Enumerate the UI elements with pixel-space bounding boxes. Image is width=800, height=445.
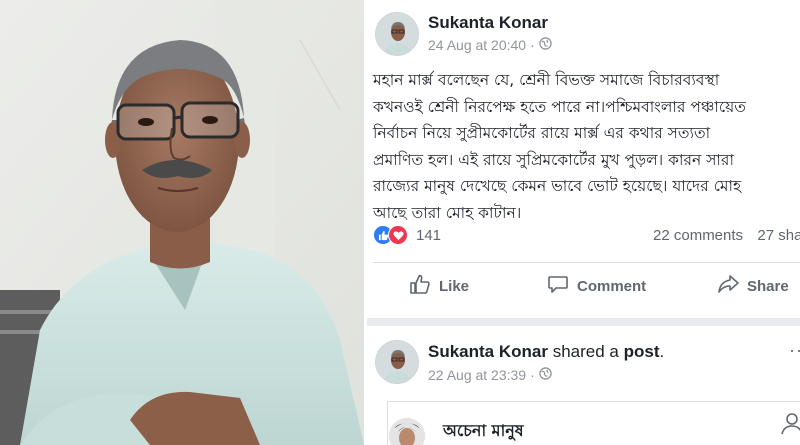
share-arrow-icon	[717, 273, 739, 299]
comment-label: Comment	[577, 277, 647, 295]
post-text-line: আছে তারা মোহ কাটান।	[373, 203, 522, 222]
more-dots-icon[interactable]: ···	[789, 340, 800, 361]
shares-count[interactable]: 27 shar	[757, 227, 800, 244]
meta-separator: ·	[530, 37, 535, 53]
love-reaction-icon	[388, 225, 408, 245]
engagement-counts: 22 comments 27 shar	[653, 227, 800, 244]
thumbs-up-icon	[409, 273, 431, 299]
post-meta: 24 Aug at 20:40 ·	[428, 37, 552, 53]
comment-button[interactable]: Comment	[547, 268, 646, 304]
author-avatar[interactable]	[375, 12, 419, 56]
profile-photo	[0, 0, 364, 445]
post-text-line: কখনওই শ্রেনী নিরপেক্ষ হতে পারে না।পশ্চিম…	[373, 97, 746, 116]
shared-post-card: Sukanta Konar shared a post. 22 Aug at 2…	[367, 326, 800, 445]
post-link[interactable]: post	[624, 342, 660, 361]
person-icon[interactable]	[779, 410, 800, 441]
divider	[373, 262, 800, 263]
globe-icon	[539, 37, 552, 53]
comment-icon	[547, 273, 569, 299]
shared-author-name[interactable]: অচেনা মানুষ	[443, 418, 524, 445]
share-button[interactable]: Share	[717, 268, 789, 304]
like-label: Like	[439, 277, 470, 295]
period: .	[659, 342, 665, 361]
facebook-feed: Sukanta Konar 24 Aug at 20:40 · মহান মার…	[367, 0, 800, 445]
post-text-line: নির্বাচন নিয়ে সুপ্রীমকোর্টের রায়ে মার্…	[373, 124, 711, 142]
post-card: Sukanta Konar 24 Aug at 20:40 · মহান মার…	[367, 0, 800, 318]
post-text-line: প্রমাণিত হল। এই রায়ে সুপ্রিমকোর্টের মুখ…	[373, 150, 734, 169]
shared-post-header: Sukanta Konar shared a post.	[428, 342, 664, 362]
post-text-line: মহান মার্ক্স বলেছেন যে, শ্রেনী বিভক্ত সম…	[373, 71, 720, 89]
comments-count[interactable]: 22 comments	[653, 227, 743, 244]
like-button[interactable]: Like	[409, 268, 469, 304]
globe-icon	[539, 367, 552, 383]
post-timestamp[interactable]: 22 Aug at 23:39	[428, 367, 526, 383]
author-name[interactable]: Sukanta Konar	[428, 13, 548, 33]
post-text-line: রাজ্যের মানুষ দেখেছে কেমন ভাবে ভোট হয়েছ…	[373, 177, 742, 195]
post-body: মহান মার্ক্স বলেছেন যে, শ্রেনী বিভক্ত সম…	[373, 67, 800, 226]
post-actions: Like Comment Share	[367, 268, 800, 304]
shared-a-text: shared a	[552, 342, 619, 361]
share-label: Share	[747, 277, 789, 295]
author-avatar[interactable]	[375, 340, 419, 384]
meta-separator: ·	[530, 367, 535, 383]
reactions-summary[interactable]: 141	[373, 225, 441, 245]
post-meta: 22 Aug at 23:39 ·	[428, 367, 552, 383]
author-name[interactable]: Sukanta Konar	[428, 342, 548, 361]
reaction-count: 141	[416, 226, 442, 244]
post-timestamp[interactable]: 24 Aug at 20:40	[428, 37, 526, 53]
